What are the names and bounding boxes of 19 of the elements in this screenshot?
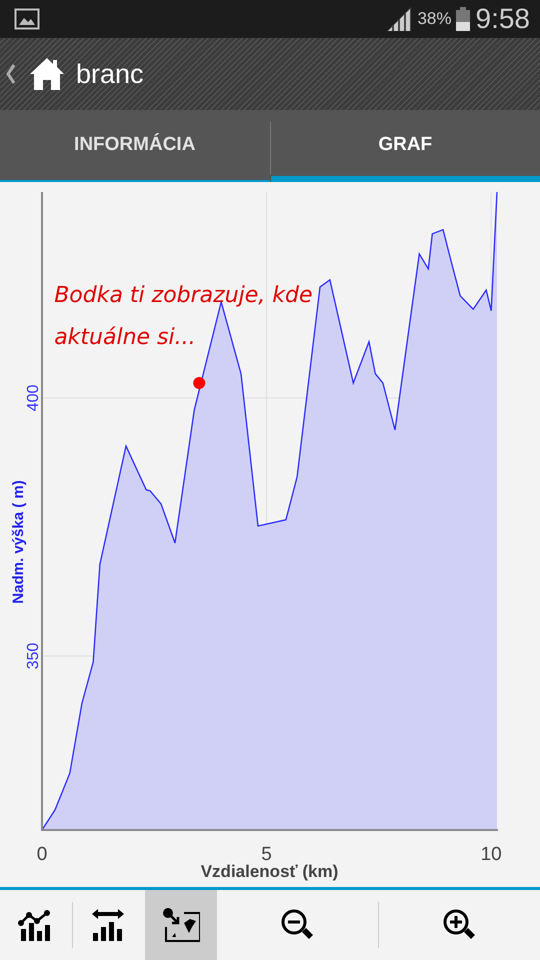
x-tick-label: 5: [261, 844, 272, 865]
x-tick-label: 0: [36, 844, 48, 865]
picture-notification-icon: [14, 8, 40, 30]
toolbar-button[interactable]: [145, 890, 217, 960]
y-tick-label: 350: [25, 642, 42, 670]
signal-icon: [387, 7, 412, 31]
battery-percent: 38%: [417, 9, 452, 29]
battery-icon: [456, 7, 470, 31]
home-icon[interactable]: [28, 56, 66, 92]
clock-time: 9:58: [476, 3, 530, 35]
y-tick-label: 400: [25, 384, 42, 412]
pointer-map-icon: [162, 907, 200, 943]
y-axis-title: Nadm. výška ( m): [10, 480, 27, 604]
x-tick-label: 10: [480, 844, 502, 865]
annotation-note: Bodka ti zobrazuje, kde aktuálne si...: [54, 282, 313, 350]
position-dot: [193, 376, 206, 389]
back-chevron-icon[interactable]: [6, 64, 16, 84]
x-axis-title: Vzdialenosť (km): [200, 862, 338, 881]
screen-title: branc: [76, 58, 144, 90]
